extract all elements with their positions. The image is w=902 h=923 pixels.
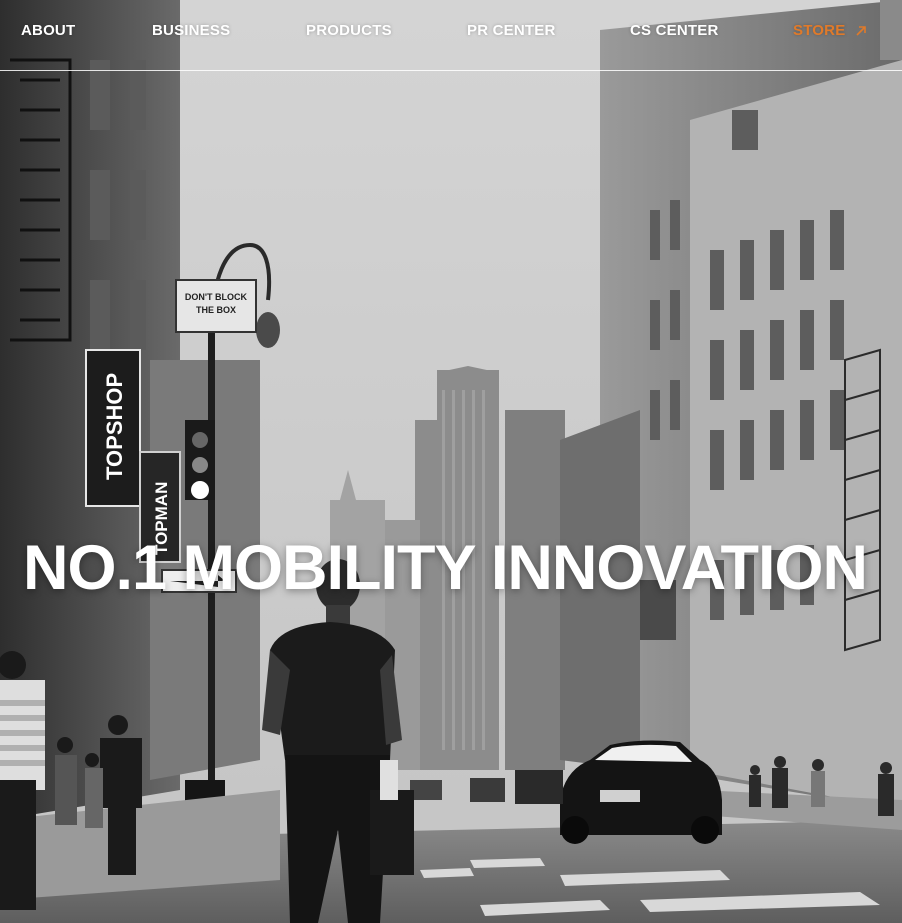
nav-item-cs-center[interactable]: CS CENTER bbox=[630, 22, 718, 39]
nav-item-products[interactable]: PRODUCTS bbox=[306, 22, 392, 39]
nav-store-label: STORE bbox=[793, 22, 846, 39]
street-sign-line2: THE BOX bbox=[196, 305, 236, 315]
external-arrow-icon bbox=[856, 25, 867, 36]
topshop-sign-text: TOPSHOP bbox=[102, 373, 127, 480]
hero-section: TOPSHOP TOPMAN DON'T BLOCK THE BOX ABOUT… bbox=[0, 0, 902, 923]
nav-item-about[interactable]: ABOUT bbox=[21, 22, 75, 39]
top-navigation: ABOUT BUSINESS PRODUCTS PR CENTER CS CEN… bbox=[0, 0, 902, 71]
nav-item-pr-center[interactable]: PR CENTER bbox=[467, 22, 555, 39]
nav-item-business[interactable]: BUSINESS bbox=[152, 22, 230, 39]
hero-headline: NO.1 MOBILITY INNOVATION bbox=[22, 533, 868, 604]
hero-background-image: TOPSHOP TOPMAN DON'T BLOCK THE BOX bbox=[0, 0, 902, 923]
street-sign-line1: DON'T BLOCK bbox=[185, 292, 248, 302]
nav-item-store[interactable]: STORE bbox=[793, 22, 867, 39]
